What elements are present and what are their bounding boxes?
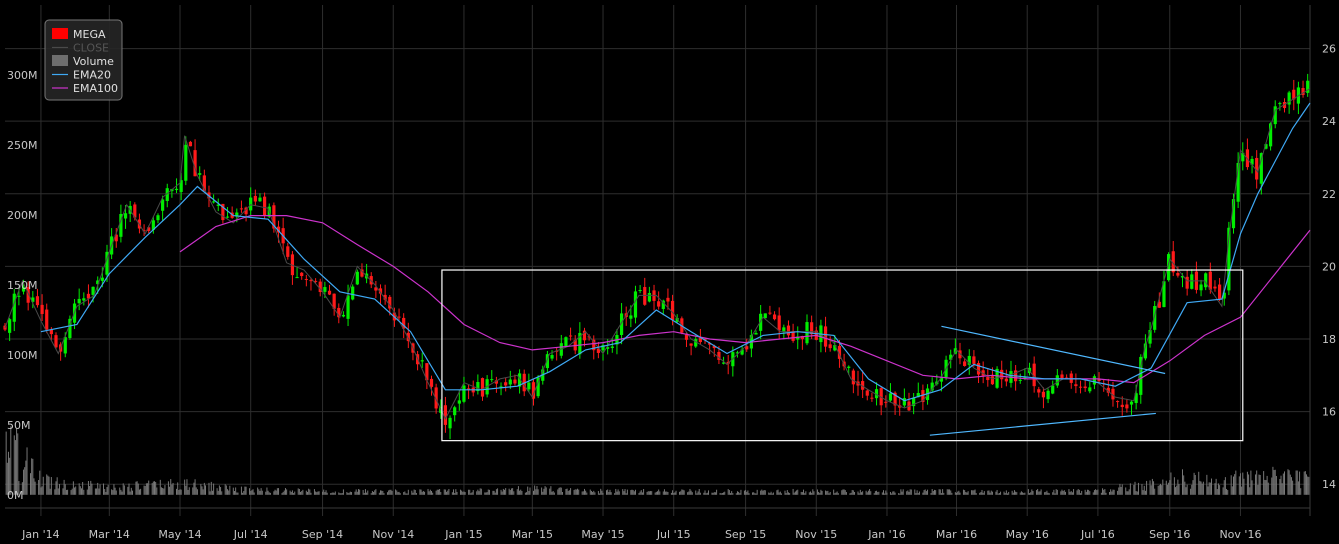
x-tick-label: Mar '16 xyxy=(936,528,977,541)
x-tick-label: Jul '14 xyxy=(233,528,268,541)
candle xyxy=(564,336,568,347)
x-tick-label: Nov '14 xyxy=(372,528,414,541)
x-tick-label: Mar '15 xyxy=(512,528,553,541)
legend-label: CLOSE xyxy=(73,42,109,55)
volume-tick-label: 250M xyxy=(7,139,38,152)
x-tick-label: May '14 xyxy=(158,528,201,541)
x-tick-label: Nov '15 xyxy=(795,528,837,541)
legend: MEGACLOSEVolumeEMA20EMA100 xyxy=(44,19,123,101)
x-tick-label: Sep '15 xyxy=(725,528,766,541)
volume-tick-label: 150M xyxy=(7,279,38,292)
x-tick-label: Sep '14 xyxy=(302,528,343,541)
x-tick-label: Nov '16 xyxy=(1219,528,1261,541)
chart-background xyxy=(0,0,1339,544)
volume-tick-label: 200M xyxy=(7,209,38,222)
price-tick-label: 16 xyxy=(1322,406,1336,419)
legend-label: EMA100 xyxy=(73,82,118,95)
legend-label: MEGA xyxy=(73,28,106,41)
x-tick-label: Jan '14 xyxy=(21,528,59,541)
x-tick-label: May '16 xyxy=(1006,528,1049,541)
price-tick-label: 22 xyxy=(1322,188,1336,201)
price-tick-label: 18 xyxy=(1322,333,1336,346)
volume-tick-label: 0M xyxy=(7,489,24,502)
x-tick-label: Sep '16 xyxy=(1149,528,1190,541)
legend-label: Volume xyxy=(73,55,114,68)
price-tick-label: 26 xyxy=(1322,43,1336,56)
volume-tick-label: 50M xyxy=(7,419,31,432)
x-tick-label: Jan '16 xyxy=(867,528,905,541)
candle xyxy=(355,269,359,286)
x-tick-label: Jul '16 xyxy=(1080,528,1115,541)
price-tick-label: 24 xyxy=(1322,115,1336,128)
legend-swatch xyxy=(52,55,68,66)
x-tick-label: May '15 xyxy=(581,528,624,541)
x-tick-label: Jan '15 xyxy=(444,528,482,541)
volume-tick-label: 300M xyxy=(7,69,38,82)
x-tick-label: Jul '15 xyxy=(656,528,691,541)
legend-swatch xyxy=(52,28,68,39)
stock-chart: Jan '14 Mar '14 May '14 Jul '14 Sep '14 Nov '… xyxy=(0,0,1339,544)
price-tick-label: 14 xyxy=(1322,478,1336,491)
x-tick-label: Mar '14 xyxy=(89,528,130,541)
legend-label: EMA20 xyxy=(73,69,111,82)
price-tick-label: 20 xyxy=(1322,260,1336,273)
volume-tick-label: 100M xyxy=(7,349,38,362)
candle xyxy=(351,284,355,301)
